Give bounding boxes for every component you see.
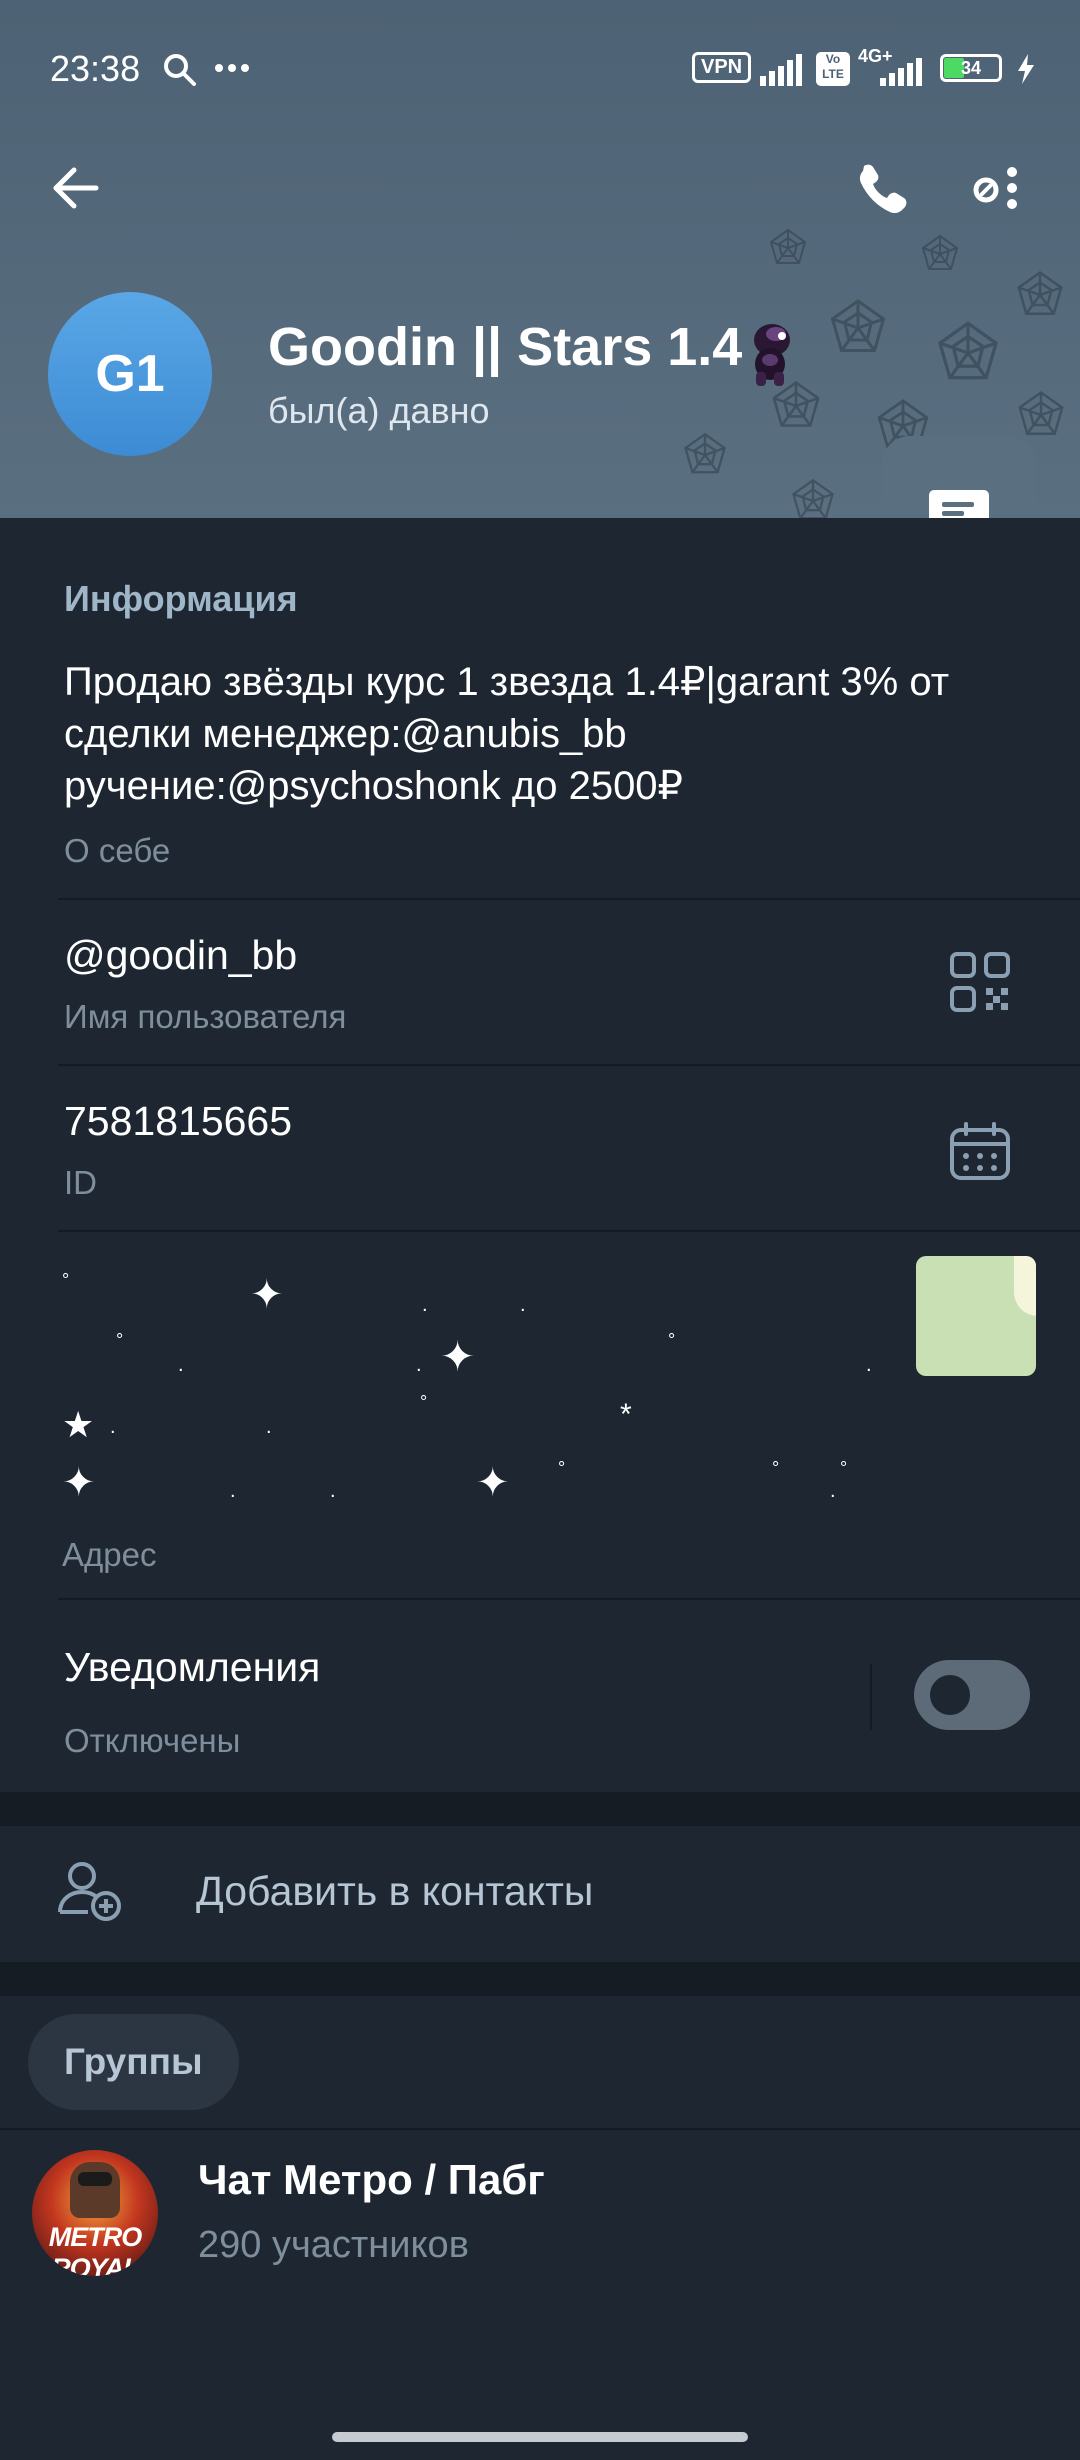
battery-level: 34: [960, 58, 982, 78]
toggle-knob: [930, 1675, 970, 1715]
username-label: Имя пользователя: [64, 998, 347, 1035]
signal-strength-icon: [760, 54, 802, 86]
profile-name: Goodin || Stars 1.4: [268, 317, 743, 377]
profile-avatar[interactable]: G1: [48, 292, 212, 456]
info-section-title: Информация: [64, 578, 298, 619]
calendar-icon: [950, 1122, 1010, 1180]
tab-groups[interactable]: Группы: [28, 2014, 239, 2110]
back-arrow-icon: [53, 167, 99, 209]
call-button[interactable]: [840, 148, 920, 228]
divider: [58, 1230, 1080, 1232]
web-pattern-icon: [769, 228, 807, 264]
add-user-icon: [58, 1862, 121, 1921]
notifications-title[interactable]: Уведомления: [64, 1644, 320, 1691]
status-time: 23:38: [50, 48, 141, 89]
web-pattern-icon: [830, 299, 886, 352]
notifications-status: Отключены: [64, 1722, 241, 1759]
add-contact-label: Добавить в контакты: [196, 1868, 594, 1914]
last-seen-status: был(а) давно: [268, 390, 490, 431]
divider: [58, 1598, 1080, 1600]
registration-date-button[interactable]: [946, 1118, 1014, 1191]
status-bar: 23:38 VPN Vo LTE 4G+ 34: [0, 0, 1080, 140]
signal-strength-icon: [880, 58, 922, 86]
map-thumbnail[interactable]: [916, 1256, 1036, 1376]
battery-icon: 34: [940, 54, 1002, 82]
user-id-label: ID: [64, 1164, 97, 1201]
more-options-button[interactable]: [956, 148, 1036, 228]
qr-code-icon: [950, 952, 1010, 1012]
charging-bolt-icon: [1018, 54, 1034, 84]
vertical-divider: [870, 1664, 872, 1730]
web-pattern-icon: [1017, 270, 1063, 315]
group-members-count: 290 участников: [198, 2224, 469, 2266]
divider: [58, 1064, 1080, 1066]
web-pattern-icon: [938, 321, 998, 380]
more-options-icon: [973, 167, 1017, 209]
search-icon: [164, 54, 196, 86]
web-pattern-icon: [684, 432, 726, 474]
web-pattern-icon: [792, 478, 834, 518]
section-gap: [0, 1792, 1080, 1826]
user-id-value[interactable]: 7581815665: [64, 1098, 292, 1145]
qr-code-button[interactable]: [946, 948, 1014, 1021]
volte-badge: Vo LTE: [816, 52, 850, 86]
section-gap: [0, 1962, 1080, 1996]
vpn-badge: VPN: [692, 52, 752, 83]
add-contact-button[interactable]: Добавить в контакты: [0, 1826, 1080, 1962]
divider: [58, 898, 1080, 900]
bio-text[interactable]: Продаю звёзды курс 1 звезда 1.4₽|garant …: [64, 656, 1024, 812]
group-name: Чат Метро / Пабг: [198, 2156, 545, 2203]
group-avatar: METRO ROYAL: [32, 2150, 158, 2276]
notifications-toggle[interactable]: [914, 1660, 1030, 1730]
address-label: Адрес: [62, 1536, 157, 1573]
home-indicator[interactable]: [332, 2432, 748, 2442]
username-value[interactable]: @goodin_bb: [64, 932, 297, 979]
bio-label: О себе: [64, 832, 171, 869]
group-avatar-text: METRO ROYAL: [48, 2222, 143, 2276]
emoji-status-icon: [754, 324, 790, 386]
more-notifications-icon: [215, 64, 249, 72]
web-pattern-icon: [921, 234, 959, 270]
phone-icon: [859, 164, 907, 214]
web-pattern-icon: [1018, 390, 1064, 435]
back-button[interactable]: [36, 148, 116, 228]
address-spoiler[interactable]: ° ✦ . . ° . . ✦ ° . ° * ★ . . ✦ . . ✦ ° …: [40, 1250, 900, 1530]
